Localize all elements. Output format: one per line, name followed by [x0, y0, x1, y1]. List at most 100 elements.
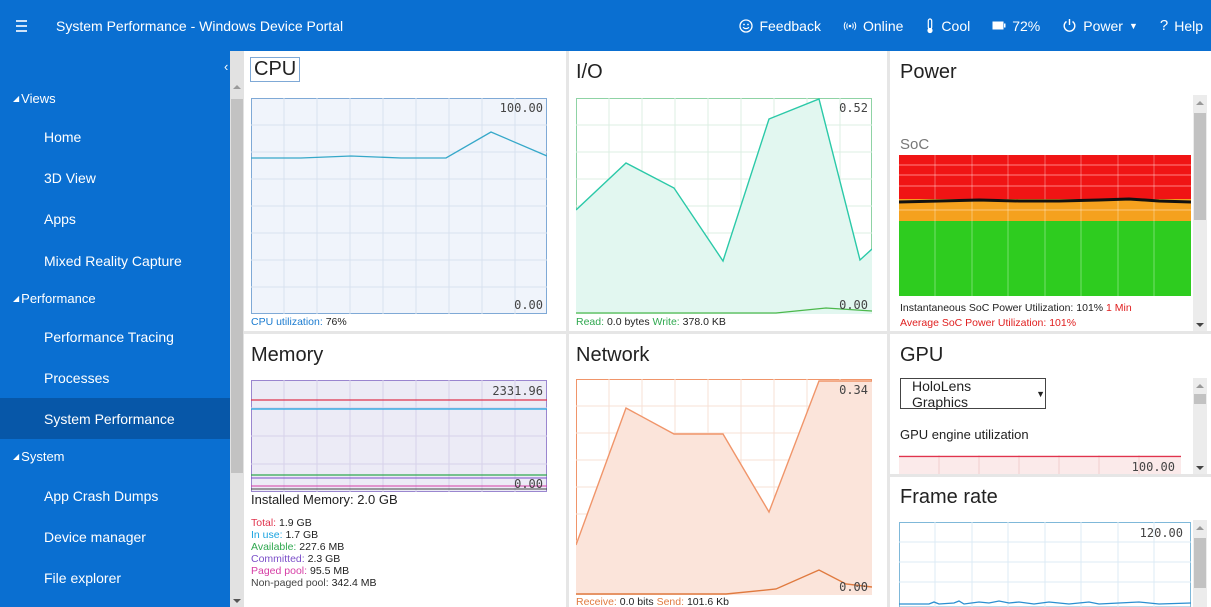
network-receive-label: Receive:: [576, 596, 617, 607]
sidebar-item-system-performance[interactable]: System Performance: [0, 398, 230, 439]
section-system[interactable]: ◢ System: [13, 449, 65, 464]
app-title: System Performance - Windows Device Port…: [56, 17, 344, 34]
memory-stat-paged-pool: Paged pool: 95.5 MB: [251, 565, 350, 577]
scroll-down-icon[interactable]: [233, 599, 241, 603]
question-icon: ?: [1159, 17, 1169, 34]
collapse-sidebar-icon[interactable]: ‹: [224, 59, 228, 74]
memory-stat-total: Total: 1.9 GB: [251, 517, 312, 529]
smiley-icon: [739, 18, 754, 33]
battery-status[interactable]: 72%: [992, 18, 1040, 34]
io-write-value: 378.0 KB: [682, 316, 726, 328]
scroll-thumb[interactable]: [231, 99, 243, 473]
memory-stat-committed: Committed: 2.3 GB: [251, 553, 341, 565]
gpu-adapter-value: HoloLens Graphics: [912, 377, 972, 410]
network-title: Network: [576, 344, 650, 366]
power-scrollbar[interactable]: [1193, 95, 1207, 331]
sidebar-item-apps[interactable]: Apps: [0, 198, 230, 239]
help-button[interactable]: ? Help: [1160, 17, 1203, 34]
sidebar-item-device-manager[interactable]: Device manager: [0, 516, 230, 557]
chevron-down-icon: ▼: [1128, 20, 1138, 31]
power-legend-instant: Instantaneous SoC Power Utilization: 101…: [900, 302, 1132, 314]
scroll-up-icon[interactable]: [1196, 526, 1204, 530]
sidebar: ◢ Views Home 3D View Apps Mixed Reality C…: [0, 51, 230, 607]
gpu-scrollbar[interactable]: [1193, 378, 1207, 474]
feedback-button[interactable]: Feedback: [739, 17, 821, 34]
online-label: Online: [862, 17, 904, 34]
help-label: Help: [1174, 17, 1203, 34]
io-max-label: 0.52: [839, 101, 868, 115]
power-chart: [899, 155, 1191, 296]
chevron-down-icon: ▼: [1036, 388, 1045, 399]
power-instantaneous-text: Instantaneous SoC Power Utilization: 101…: [900, 302, 1104, 314]
network-legend: Receive: 0.0 bits Send: 101.6 Kb: [576, 596, 729, 607]
cpu-chart: 100.00 0.00: [251, 98, 547, 314]
feedback-label: Feedback: [759, 17, 821, 34]
gpu-title: GPU: [900, 344, 944, 366]
collapse-triangle-icon: ◢: [13, 452, 20, 461]
gpu-max-label: 100.00: [1132, 460, 1175, 474]
cpu-title: CPU: [250, 57, 301, 82]
memory-max-label: 2331.96: [492, 384, 543, 398]
network-send-value: 101.6 Kb: [686, 596, 729, 607]
collapse-triangle-icon: ◢: [13, 94, 20, 103]
sidebar-item-3d-view[interactable]: 3D View: [0, 157, 230, 198]
battery-icon: [992, 21, 1006, 30]
io-read-label: Read:: [576, 316, 605, 328]
scroll-up-icon[interactable]: [233, 85, 241, 89]
sidebar-item-performance-tracing[interactable]: Performance Tracing: [0, 316, 230, 357]
scroll-down-icon[interactable]: [1196, 323, 1204, 327]
memory-title: Memory: [251, 344, 324, 366]
memory-stats-list: Total: 1.9 GB In use: 1.7 GB Available: …: [251, 517, 377, 589]
framerate-chart: 120.00: [899, 522, 1191, 607]
memory-stat-available: Available: 227.6 MB: [251, 541, 345, 553]
cpu-min-label: 0.00: [514, 298, 543, 312]
top-bar: System Performance - Windows Device Port…: [0, 0, 1211, 51]
battery-label: 72%: [1012, 17, 1041, 34]
section-views[interactable]: ◢ Views: [13, 91, 56, 106]
sidebar-item-processes[interactable]: Processes: [0, 357, 230, 398]
gpu-adapter-select[interactable]: HoloLens Graphics ▼: [900, 377, 1046, 410]
power-menu-button[interactable]: Power ▼: [1062, 18, 1138, 34]
collapse-triangle-icon: ◢: [13, 294, 20, 303]
power-1min-link[interactable]: 1 Min: [1106, 302, 1132, 314]
cpu-max-label: 100.00: [500, 101, 543, 115]
hamburger-menu-icon[interactable]: [16, 19, 38, 32]
cpu-legend: CPU utilization: 76%: [251, 316, 347, 328]
wireless-icon: [843, 19, 857, 33]
thermometer-icon: [925, 17, 935, 34]
cpu-utilization-value: 76%: [325, 316, 347, 328]
scroll-thumb[interactable]: [1194, 394, 1206, 404]
scroll-thumb[interactable]: [1194, 538, 1206, 588]
framerate-scrollbar[interactable]: [1193, 520, 1207, 607]
network-send-label: Send:: [656, 596, 685, 607]
sidebar-scrollbar[interactable]: [230, 51, 244, 607]
sidebar-item-file-explorer[interactable]: File explorer: [0, 557, 230, 598]
sidebar-item-home[interactable]: Home: [0, 116, 230, 157]
power-label: Power: [1083, 17, 1123, 34]
network-chart: 0.34 0.00: [576, 379, 872, 595]
memory-min-label: 0.00: [514, 477, 543, 491]
network-receive-value: 0.0 bits: [619, 596, 654, 607]
memory-chart: 2331.96 0.00: [251, 380, 547, 492]
power-icon: [1062, 18, 1077, 33]
framerate-title: Frame rate: [900, 486, 998, 508]
scroll-down-icon[interactable]: [1196, 466, 1204, 470]
power-title: Power: [900, 61, 957, 83]
section-performance[interactable]: ◢ Performance: [13, 291, 96, 306]
online-status[interactable]: Online: [843, 18, 903, 34]
thermal-label: Cool: [941, 17, 971, 34]
scroll-thumb[interactable]: [1194, 113, 1206, 220]
network-min-label: 0.00: [839, 580, 868, 594]
io-read-value: 0.0 bytes: [606, 316, 650, 328]
installed-memory: Installed Memory: 2.0 GB: [251, 492, 398, 507]
sidebar-item-mixed-reality-capture[interactable]: Mixed Reality Capture: [0, 240, 230, 281]
sidebar-item-app-crash-dumps[interactable]: App Crash Dumps: [0, 475, 230, 516]
io-chart: 0.52 0.00: [576, 98, 872, 314]
scroll-up-icon[interactable]: [1196, 384, 1204, 388]
framerate-max-label: 120.00: [1140, 526, 1183, 540]
memory-stat-non-paged-pool: Non-paged pool: 342.4 MB: [251, 577, 377, 589]
network-max-label: 0.34: [839, 383, 868, 397]
scroll-up-icon[interactable]: [1196, 101, 1204, 105]
soc-label: SoC: [900, 136, 930, 153]
thermal-status[interactable]: Cool: [925, 18, 970, 34]
